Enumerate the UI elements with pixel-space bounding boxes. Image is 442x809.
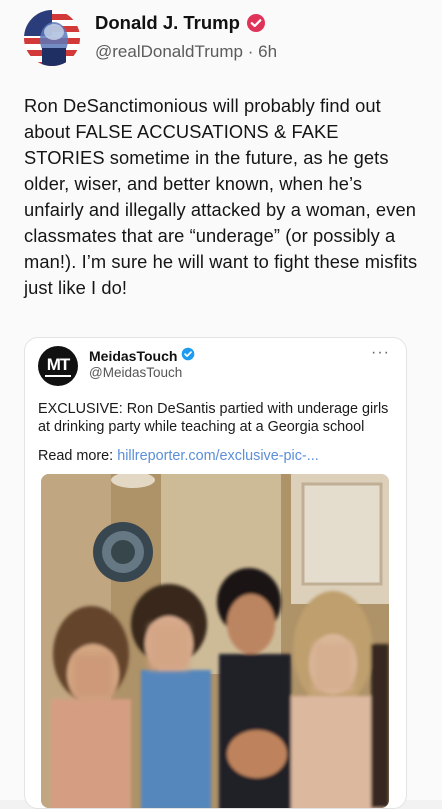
quoted-author-row[interactable]: MeidasTouch [89,347,195,364]
quoted-author-name[interactable]: MeidasTouch [89,348,177,364]
verified-badge-icon [181,347,195,364]
quoted-photo[interactable] [41,474,389,808]
quoted-avatar-text: MT [46,354,71,374]
quoted-post[interactable]: MT MeidasTouch @MeidasTouch ··· EXCLUSIV… [24,337,407,809]
more-options-icon[interactable]: ··· [371,344,390,362]
post-card: Donald J. Trump @realDonaldTrump · 6h Ro… [0,0,442,809]
author-name[interactable]: Donald J. Trump [95,12,240,34]
author-name-row[interactable]: Donald J. Trump [95,12,266,34]
read-more-line: Read more: hillreporter.com/exclusive-pi… [38,448,398,464]
quoted-avatar[interactable]: MT [38,346,78,386]
verified-badge-icon [246,13,266,33]
read-more-label: Read more: [38,448,114,464]
quoted-text: EXCLUSIVE: Ron DeSantis partied with und… [38,401,389,435]
profile-avatar[interactable] [24,10,80,66]
post-text: Ron DeSanctimonious will probably find o… [24,95,418,298]
read-more-link[interactable]: hillreporter.com/exclusive-pic-... [117,448,319,464]
author-handle-line: @realDonaldTrump · 6h [95,42,277,62]
separator-dot: · [247,42,254,61]
post-time[interactable]: 6h [258,42,277,61]
author-handle[interactable]: @realDonaldTrump [95,42,243,61]
quoted-author-handle[interactable]: @MeidasTouch [89,365,182,380]
quoted-avatar-underline [45,374,71,377]
